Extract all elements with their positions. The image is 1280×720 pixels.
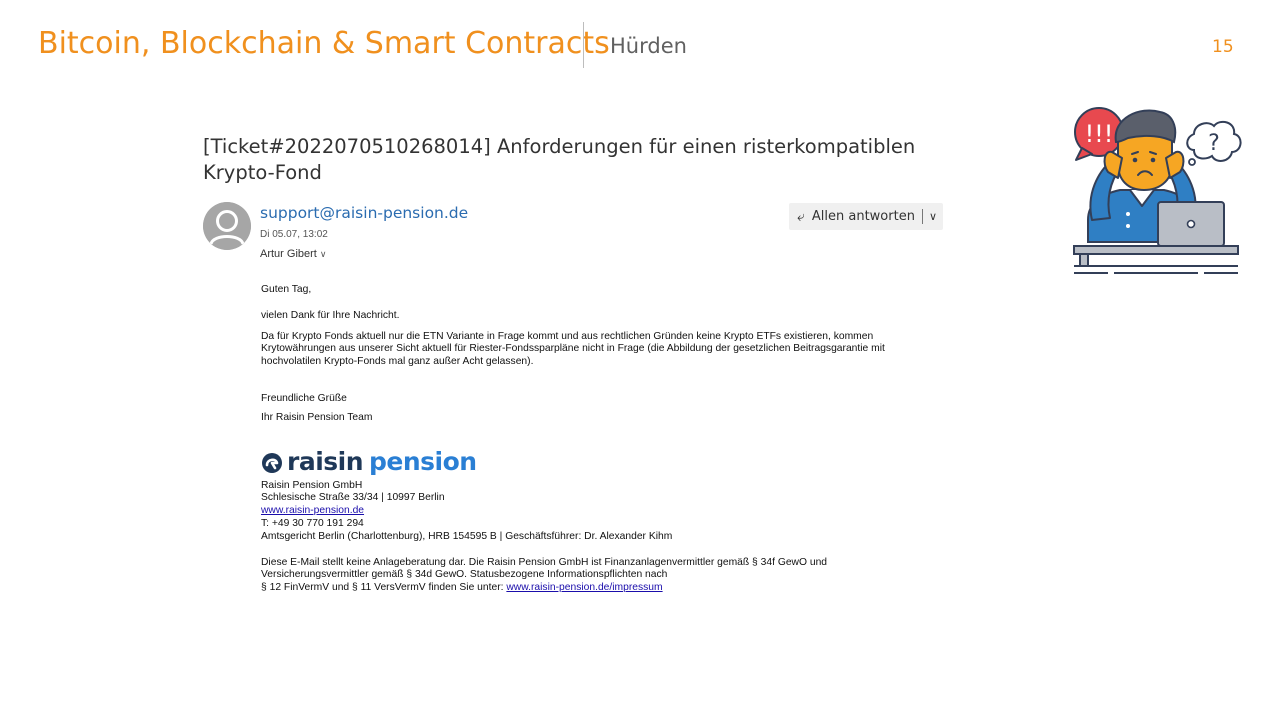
page-number: 15 [1212,37,1234,57]
email-date: Di 05.07, 13:02 [260,229,328,240]
email-message: [Ticket#2022070510268014] Anforderungen … [203,134,945,595]
disclaimer-line-3: § 12 FinVermV und § 11 VersVermV finden … [261,582,507,594]
reply-all-label: Allen antworten [811,209,915,224]
exclamation-text: !!! [1085,120,1114,148]
email-header: support@raisin-pension.de Di 05.07, 13:0… [203,198,945,278]
thanks-line: vielen Dank für Ihre Nachricht. [261,309,400,321]
double-chevron-down-icon[interactable]: ∨ [320,249,327,259]
reply-all-button[interactable]: ⤶ Allen antworten ∨ [789,203,943,230]
question-text: ? [1208,131,1220,156]
closing: Freundliche Grüße [261,392,347,404]
greeting: Guten Tag, [261,284,312,295]
company-name: Raisin Pension GmbH [261,479,363,491]
signature-block: Raisin Pension GmbH Schlesische Straße 3… [261,480,945,544]
sender-email[interactable]: support@raisin-pension.de [260,204,468,222]
disclaimer: Diese E-Mail stellt keine Anlageberatung… [261,557,945,595]
email-subject: [Ticket#2022070510268014] Anforderungen … [203,135,916,184]
title-divider [583,22,584,68]
company-address: Schlesische Straße 33/34 | 10997 Berlin [261,492,445,504]
main-paragraph: Da für Krypto Fonds aktuell nur die ETN … [261,330,885,368]
disclaimer-line-1: Diese E-Mail stellt keine Anlageberatung… [261,556,828,568]
raisin-logo-icon [262,452,282,473]
recipient-name: Artur Gibert [260,248,317,260]
email-body: Guten Tag, vielen Dank für Ihre Nachrich… [261,284,945,595]
question-bubble: ? [1186,120,1242,166]
avatar[interactable] [203,202,251,250]
phone-number: T: +49 30 770 191 294 [261,517,364,529]
confused-person-at-laptop-icon: !!! ? [1073,107,1242,274]
register-info: Amtsgericht Berlin (Charlottenburg), HRB… [261,530,673,542]
logo-word-pension: pension [369,447,477,477]
raisin-pension-logo: raisin pension [261,448,945,478]
logo-word-raisin: raisin [287,447,364,477]
slide-subtitle: Hürden [610,34,687,58]
disclaimer-line-2: Versicherungsvermittler gemäß § 34d GewO… [261,569,668,581]
website-link[interactable]: www.raisin-pension.de [261,505,364,516]
slide-title: Bitcoin, Blockchain & Smart Contracts [38,26,610,61]
reply-all-icon: ⤶ [797,208,805,225]
chevron-down-icon[interactable]: ∨ [929,210,937,223]
logo-text: raisin pension [287,449,477,474]
recipient[interactable]: Artur Gibert ∨ [260,248,326,260]
button-separator [921,209,923,224]
team-signoff: Ihr Raisin Pension Team [261,411,373,423]
person-icon [203,202,251,250]
impressum-link[interactable]: www.raisin-pension.de/impressum [506,582,662,593]
